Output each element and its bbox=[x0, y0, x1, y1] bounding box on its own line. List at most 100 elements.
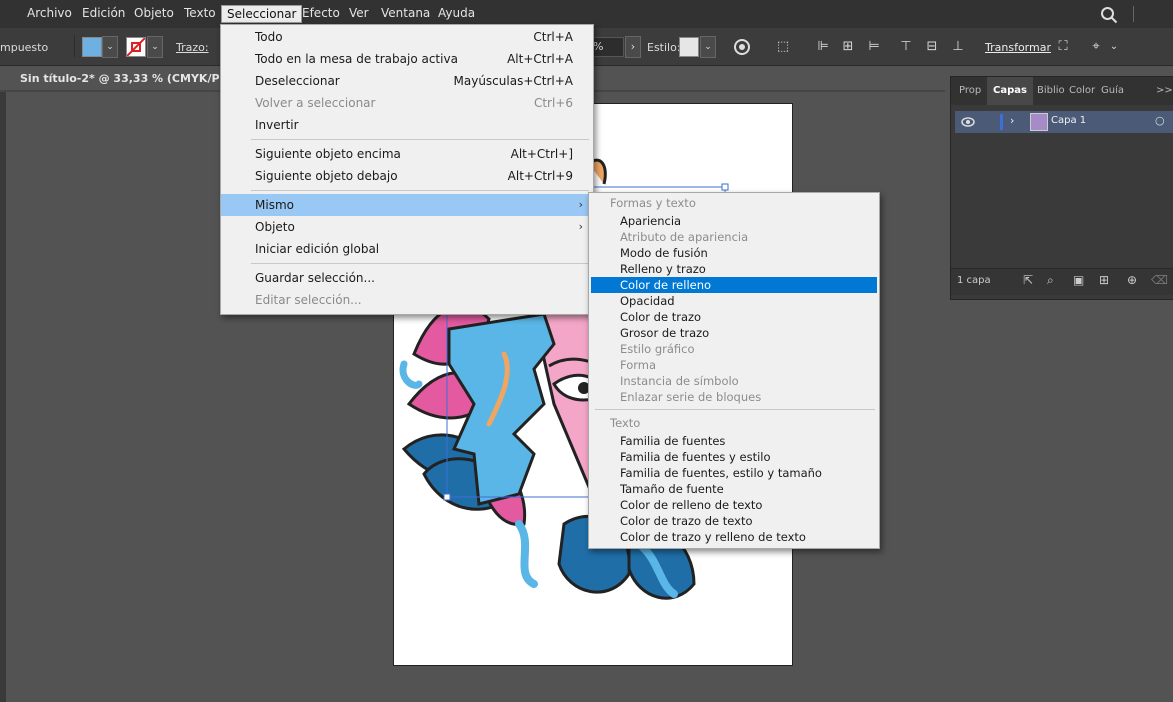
submenu-item-instancia-simbolo: Instancia de símbolo bbox=[589, 373, 879, 389]
artboard-icon[interactable]: ⬚ bbox=[775, 40, 791, 54]
item-label: Familia de fuentes, estilo y tamaño bbox=[620, 466, 822, 480]
same-submenu: Formas y texto Apariencia Atributo de ap… bbox=[588, 192, 880, 549]
stroke-swatch[interactable] bbox=[126, 37, 146, 57]
opacity-field[interactable]: % bbox=[592, 37, 624, 57]
locate-icon[interactable]: ⌕ bbox=[1047, 273, 1054, 288]
menu-item-todo[interactable]: Todo Ctrl+A bbox=[221, 26, 593, 48]
menu-ver[interactable]: Ver bbox=[349, 6, 369, 20]
submenu-item-estilo-grafico: Estilo gráfico bbox=[589, 341, 879, 357]
layer-color-bar bbox=[1000, 114, 1003, 130]
menu-texto[interactable]: Texto bbox=[184, 6, 216, 20]
fill-dropdown[interactable]: ⌄ bbox=[102, 36, 118, 58]
menu-separator bbox=[251, 263, 589, 264]
layer-row[interactable]: › Capa 1 ○ bbox=[955, 111, 1173, 133]
menu-item-siguiente-debajo[interactable]: Siguiente objeto debajo Alt+Ctrl+9 bbox=[221, 165, 593, 187]
estilo-label: Estilo: bbox=[647, 41, 681, 54]
style-swatch[interactable] bbox=[679, 37, 699, 57]
menu-item-todo-mesa[interactable]: Todo en la mesa de trabajo activa Alt+Ct… bbox=[221, 48, 593, 70]
submenu-header-formas: Formas y texto bbox=[589, 195, 879, 211]
align-center-icon[interactable]: ⊞ bbox=[840, 40, 856, 54]
menu-item-label: Invertir bbox=[255, 118, 299, 132]
menu-item-deseleccionar[interactable]: Deseleccionar Mayúsculas+Ctrl+A bbox=[221, 70, 593, 92]
trazo-label[interactable]: Trazo: bbox=[176, 41, 209, 54]
toolbar-edge bbox=[0, 92, 6, 702]
menu-edicion[interactable]: Edición bbox=[82, 6, 125, 20]
tab-capas[interactable]: Capas bbox=[987, 77, 1033, 105]
align-left-icon[interactable]: ⊫ bbox=[815, 40, 831, 54]
menu-archivo[interactable]: Archivo bbox=[27, 6, 72, 20]
stroke-dropdown[interactable]: ⌄ bbox=[147, 36, 163, 58]
menu-item-guardar-seleccion[interactable]: Guardar selección... bbox=[221, 267, 593, 289]
submenu-item-familia-fuentes[interactable]: Familia de fuentes bbox=[589, 433, 879, 449]
menubar-divider bbox=[1133, 6, 1134, 22]
menu-seleccionar[interactable]: Seleccionar bbox=[221, 5, 303, 23]
submenu-item-familia-estilo-tamano[interactable]: Familia de fuentes, estilo y tamaño bbox=[589, 465, 879, 481]
menu-item-label: Volver a seleccionar bbox=[255, 96, 376, 110]
menu-objeto[interactable]: Objeto bbox=[134, 6, 174, 20]
align-middle-icon[interactable]: ⊟ bbox=[924, 40, 940, 54]
menu-item-siguiente-encima[interactable]: Siguiente objeto encima Alt+Ctrl+] bbox=[221, 143, 593, 165]
transformar-link[interactable]: Transformar bbox=[985, 41, 1051, 54]
selection-handle-bl[interactable] bbox=[443, 493, 451, 501]
artwork-tendril bbox=[515, 520, 538, 588]
submenu-item-relleno-trazo[interactable]: Relleno y trazo bbox=[589, 261, 879, 277]
new-layer-icon[interactable]: ⊕ bbox=[1127, 273, 1137, 287]
tab-guia[interactable]: Guía bbox=[1101, 77, 1124, 105]
export-icon[interactable]: ⇱ bbox=[1023, 273, 1033, 287]
submenu-item-grosor-trazo[interactable]: Grosor de trazo bbox=[589, 325, 879, 341]
submenu-item-color-relleno-texto[interactable]: Color de relleno de texto bbox=[589, 497, 879, 513]
selection-handle[interactable] bbox=[721, 183, 729, 191]
submenu-item-enlazar-serie: Enlazar serie de bloques bbox=[589, 389, 879, 405]
submenu-item-familia-estilo[interactable]: Familia de fuentes y estilo bbox=[589, 449, 879, 465]
trash-icon: ⌫ bbox=[1151, 273, 1168, 287]
tab-color[interactable]: Color bbox=[1069, 77, 1095, 105]
menu-item-objeto[interactable]: Objeto › bbox=[221, 216, 593, 238]
submenu-separator bbox=[595, 409, 875, 410]
eye-icon[interactable] bbox=[961, 117, 975, 127]
menu-item-label: Mismo bbox=[255, 198, 294, 212]
style-dropdown[interactable]: ⌄ bbox=[700, 36, 716, 58]
tab-bibliotecas[interactable]: Biblio bbox=[1037, 77, 1065, 105]
align-bottom-icon[interactable]: ⊥ bbox=[950, 40, 966, 54]
fill-swatch[interactable] bbox=[82, 37, 102, 57]
submenu-item-forma: Forma bbox=[589, 357, 879, 373]
submenu-item-modo-fusion[interactable]: Modo de fusión bbox=[589, 245, 879, 261]
menu-item-label: Iniciar edición global bbox=[255, 242, 380, 256]
transform-icon[interactable]: ⛶ bbox=[1055, 40, 1071, 54]
opacity-arrow[interactable]: › bbox=[625, 36, 641, 58]
align-top-icon[interactable]: ⊤ bbox=[898, 40, 914, 54]
submenu-item-apariencia[interactable]: Apariencia bbox=[589, 213, 879, 229]
recolor-icon[interactable] bbox=[733, 38, 751, 56]
new-sublayer-icon[interactable]: ⊞ bbox=[1099, 273, 1109, 287]
artwork-tendril-3 bbox=[399, 360, 423, 389]
expand-chevron-icon[interactable]: › bbox=[1010, 114, 1014, 127]
document-tab[interactable]: Sin título-2* @ 33,33 % (CMYK/Previsu bbox=[0, 66, 258, 90]
target-circle-icon[interactable]: ○ bbox=[1155, 114, 1165, 127]
menu-item-label: Objeto bbox=[255, 220, 295, 234]
search-icon[interactable] bbox=[1100, 6, 1118, 24]
item-label: Color de trazo y relleno de texto bbox=[620, 530, 806, 544]
submenu-item-color-trazo[interactable]: Color de trazo bbox=[589, 309, 879, 325]
menu-item-shortcut: Alt+Ctrl+9 bbox=[507, 169, 573, 183]
layer-name[interactable]: Capa 1 bbox=[1051, 115, 1086, 126]
menu-item-edicion-global[interactable]: Iniciar edición global bbox=[221, 238, 593, 260]
align-right-icon[interactable]: ⊨ bbox=[866, 40, 882, 54]
more-dropdown-icon[interactable]: ⌄ bbox=[1106, 40, 1122, 54]
menu-ventana[interactable]: Ventana bbox=[381, 6, 430, 20]
tab-propiedades[interactable]: Prop bbox=[959, 77, 981, 105]
submenu-item-color-trazo-texto[interactable]: Color de trazo de texto bbox=[589, 513, 879, 529]
submenu-item-tamano-fuente[interactable]: Tamaño de fuente bbox=[589, 481, 879, 497]
menu-ayuda[interactable]: Ayuda bbox=[438, 6, 475, 20]
clip-mask-icon[interactable]: ▣ bbox=[1073, 273, 1084, 287]
menu-efecto[interactable]: Efecto bbox=[302, 6, 340, 20]
submenu-item-color-trazo-relleno-texto[interactable]: Color de trazo y relleno de texto bbox=[589, 529, 879, 545]
isolate-icon[interactable]: ⌖ bbox=[1088, 40, 1104, 54]
item-label: Familia de fuentes bbox=[620, 434, 726, 448]
submenu-item-atributo-apariencia: Atributo de apariencia bbox=[589, 229, 879, 245]
panel-more-icon[interactable]: >> bbox=[1156, 77, 1173, 105]
menu-item-mismo[interactable]: Mismo › bbox=[221, 194, 593, 216]
item-label: Atributo de apariencia bbox=[620, 230, 749, 244]
menu-item-invertir[interactable]: Invertir bbox=[221, 114, 593, 136]
submenu-item-opacidad[interactable]: Opacidad bbox=[589, 293, 879, 309]
submenu-item-color-relleno[interactable]: Color de relleno bbox=[591, 277, 877, 293]
